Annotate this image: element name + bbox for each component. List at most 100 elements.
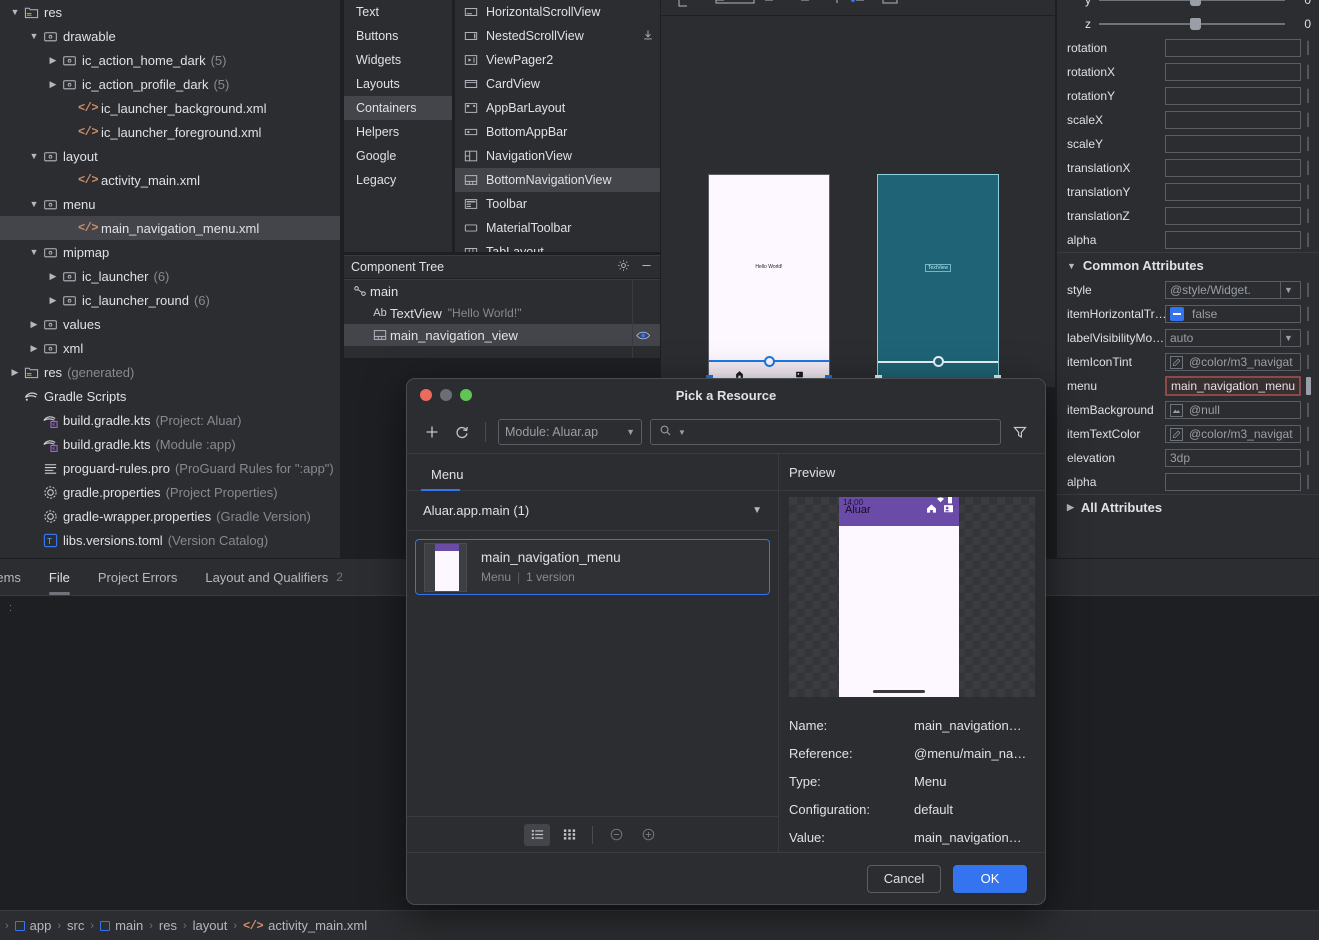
tree-row-xml[interactable]: ▶ xml [0, 336, 340, 360]
attribute-color-field[interactable]: @color/m3_navigat [1165, 425, 1301, 443]
palette-item-appbarlayout[interactable]: AppBarLayout [455, 96, 660, 120]
tree-row-gradle-wrapper-properties[interactable]: gradle-wrapper.properties (Gradle Version… [0, 504, 340, 528]
component-tree-row-textview[interactable]: Ab TextView "Hello World!" [344, 302, 660, 324]
attribute-tail-icon[interactable]: ⎮ [1301, 475, 1315, 489]
attribute-row-scaleX[interactable]: scaleX ⎮ [1057, 108, 1319, 132]
bottom-tab-project-errors[interactable]: Project Errors [84, 559, 191, 595]
palette-item-toolbar[interactable]: Toolbar [455, 192, 660, 216]
attributes-panel[interactable]: y0z0 rotation ⎮ rotationX ⎮ rotationY ⎮ scaleX… [1056, 0, 1319, 558]
window-controls[interactable] [420, 389, 472, 401]
attribute-tail-icon[interactable]: ⎮ [1301, 65, 1315, 79]
minimize-icon[interactable] [440, 389, 452, 401]
attribute-row-itemHorizontalTr[interactable]: itemHorizontalTr… false ⎮ [1057, 302, 1319, 326]
resource-group-header[interactable]: Aluar.app.main (1) ▼ [407, 491, 778, 531]
attribute-dropdown[interactable]: @style/Widget. ▼ [1165, 281, 1301, 299]
close-icon[interactable] [420, 389, 432, 401]
attribute-tail-icon[interactable]: ⎮ [1301, 233, 1315, 247]
attribute-color-field[interactable]: @color/m3_navigat [1165, 353, 1301, 371]
breadcrumb-item-layout[interactable]: layout [188, 918, 233, 933]
attribute-row-alpha[interactable]: alpha ⎮ [1057, 470, 1319, 494]
bottom-tab-problems[interactable]: Problems [0, 559, 35, 595]
attribute-input[interactable]: 3dp [1165, 449, 1301, 467]
attribute-tail-icon[interactable]: ⎮ [1301, 403, 1315, 417]
tree-row-mipmap[interactable]: ▼ mipmap [0, 240, 340, 264]
attribute-tail-icon[interactable]: ⎮ [1301, 209, 1315, 223]
breadcrumb-item-src[interactable]: src [62, 918, 89, 933]
dialog-footer[interactable]: Cancel OK [407, 852, 1045, 904]
palette-category-legacy[interactable]: Legacy [344, 168, 452, 192]
attribute-input-translationX[interactable] [1165, 159, 1301, 177]
tree-row-layout[interactable]: ▼ layout [0, 144, 340, 168]
attribute-row-labelVisibilityMo[interactable]: labelVisibilityMo… auto ▼ ⎮ [1057, 326, 1319, 350]
attribute-row-alpha[interactable]: alpha ⎮ [1057, 228, 1319, 252]
attribute-tail-icon[interactable]: ⎮ [1301, 185, 1315, 199]
breadcrumb-item-res[interactable]: res [154, 918, 182, 933]
tree-row-drawable[interactable]: ▼ drawable [0, 24, 340, 48]
tree-row-ic-launcher[interactable]: ▶ ic_launcher (6) [0, 264, 340, 288]
attribute-checkbox-field[interactable]: false [1165, 305, 1301, 323]
chevron-right-icon[interactable]: ▶ [46, 48, 60, 72]
palette-items-list[interactable]: HorizontalScrollView NestedScrollView View… [455, 0, 660, 252]
breadcrumb[interactable]: › app › src › main › res › layout › </> activity_mai… [0, 910, 1319, 940]
attribute-input-translationY[interactable] [1165, 183, 1301, 201]
ok-button[interactable]: OK [953, 864, 1027, 893]
chevron-down-icon[interactable]: ▼ [1280, 282, 1296, 298]
palette-item-bottomappbar[interactable]: BottomAppBar [455, 120, 660, 144]
design-surface[interactable]: Hello World! TextView main_naviga [661, 15, 1055, 401]
filter-icon[interactable] [1009, 421, 1031, 443]
dialog-tab-menu[interactable]: Menu [421, 467, 474, 491]
transform-attribute-rows[interactable]: rotation ⎮ rotationX ⎮ rotationY ⎮ scaleX ⎮ scal… [1057, 36, 1319, 252]
component-tree-row-main-navigation-view[interactable]: main_navigation_view [344, 324, 660, 346]
add-resource-icon[interactable] [421, 421, 443, 443]
bottom-tab-layout-and-qualifiers[interactable]: Layout and Qualifiers 2 [191, 559, 357, 595]
attribute-tail-icon[interactable]: ⎮ [1301, 89, 1315, 103]
attribute-input-rotationX[interactable] [1165, 63, 1301, 81]
palette-category-buttons[interactable]: Buttons [344, 24, 452, 48]
palette-category-containers[interactable]: Containers [344, 96, 452, 120]
tree-row-menu[interactable]: ▼ menu [0, 192, 340, 216]
palette-category-layouts[interactable]: Layouts [344, 72, 452, 96]
all-attributes-section-header[interactable]: ▶ All Attributes [1057, 494, 1319, 520]
attribute-row-translationX[interactable]: translationX ⎮ [1057, 156, 1319, 180]
tree-row-main-navigation-menu-xml[interactable]: </> main_navigation_menu.xml [0, 216, 340, 240]
palette-category-text[interactable]: Text [344, 0, 452, 24]
tree-row-ic-launcher-round[interactable]: ▶ ic_launcher_round (6) [0, 288, 340, 312]
resource-list-footer[interactable] [407, 816, 778, 852]
attribute-row-elevation[interactable]: elevation 3dp ⎮ [1057, 446, 1319, 470]
attribute-input-scaleY[interactable] [1165, 135, 1301, 153]
resource-list[interactable]: main_navigation_menu Menu | 1 version [407, 531, 778, 816]
color-picker-icon[interactable] [1170, 355, 1183, 369]
transform-sliders[interactable]: y0z0 [1057, 0, 1319, 36]
zoom-in-icon[interactable] [635, 824, 661, 846]
tree-row-ic-action-home-dark[interactable]: ▶ ic_action_home_dark (5) [0, 48, 340, 72]
attribute-dropdown[interactable]: auto ▼ [1165, 329, 1301, 347]
chevron-down-icon[interactable]: ▼ [27, 24, 41, 48]
chevron-down-icon[interactable]: ▼ [27, 240, 41, 264]
blueprint-selection-handle[interactable] [932, 356, 944, 367]
chevron-right-icon[interactable]: ▶ [46, 288, 60, 312]
attribute-row-translationZ[interactable]: translationZ ⎮ [1057, 204, 1319, 228]
attribute-row-rotationX[interactable]: rotationX ⎮ [1057, 60, 1319, 84]
attribute-input-alpha[interactable] [1165, 231, 1301, 249]
tree-row-res[interactable]: ▼ res [0, 0, 340, 24]
common-attribute-rows[interactable]: style @style/Widget. ▼ ⎮ itemHorizontalTr… fa… [1057, 278, 1319, 494]
slider-row-y[interactable]: y0 [1057, 0, 1319, 12]
slider-row-z[interactable]: z0 [1057, 12, 1319, 36]
list-view-icon[interactable] [524, 823, 550, 846]
attribute-tail-icon[interactable]: ⎮ [1301, 161, 1315, 175]
component-tree-body[interactable]: main Ab TextView "Hello World!" main_navigat… [344, 279, 660, 358]
attribute-tail-icon[interactable]: ⎮ [1301, 283, 1315, 297]
attribute-row-rotationY[interactable]: rotationY ⎮ [1057, 84, 1319, 108]
tree-row-ic-launcher-background-xml[interactable]: </> ic_launcher_background.xml [0, 96, 340, 120]
blueprint-preview-phone[interactable]: TextView main_navigation_view [875, 174, 1001, 401]
maximize-icon[interactable] [460, 389, 472, 401]
attribute-tail-icon[interactable]: ⎮ [1301, 113, 1315, 127]
checkbox-indeterminate-icon[interactable] [1170, 307, 1184, 321]
attribute-tail-icon[interactable]: ⎮ [1301, 355, 1315, 369]
minimize-icon[interactable] [640, 259, 653, 275]
tree-row-build-gradle-kts[interactable]: Kbuild.gradle.kts (Project: Aluar) [0, 408, 340, 432]
common-attributes-section-header[interactable]: ▼ Common Attributes [1057, 252, 1319, 278]
chevron-down-icon[interactable]: ▼ [8, 0, 22, 24]
chevron-down-icon[interactable]: ▼ [1280, 330, 1296, 346]
cancel-button[interactable]: Cancel [867, 864, 941, 893]
